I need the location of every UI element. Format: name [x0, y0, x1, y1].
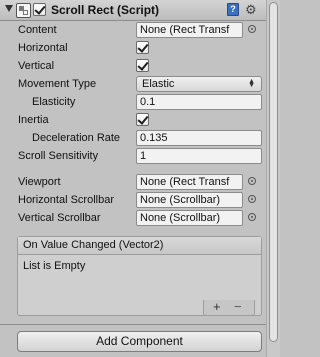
deceleration-rate-label: Deceleration Rate — [32, 132, 121, 144]
add-listener-button[interactable]: + — [213, 300, 221, 314]
component-title: Scroll Rect (Script) — [51, 3, 160, 17]
horizontal-scrollbar-row: Horizontal Scrollbar None (Scrollbar) — [0, 192, 266, 209]
object-picker-icon[interactable] — [248, 177, 256, 185]
elasticity-row: Elasticity 0.1 — [0, 94, 266, 111]
horizontal-checkbox[interactable] — [136, 41, 149, 54]
viewport-label: Viewport — [18, 176, 61, 188]
movement-type-label: Movement Type — [18, 78, 97, 90]
on-value-changed-event: On Value Changed (Vector2) List is Empty… — [17, 236, 262, 316]
vertical-scrollbar-row: Vertical Scrollbar None (Scrollbar) — [0, 210, 266, 227]
scroll-rect-component-icon — [16, 3, 31, 18]
remove-listener-button[interactable]: − — [234, 300, 242, 314]
vertical-label: Vertical — [18, 60, 55, 72]
inertia-checkbox[interactable] — [136, 113, 149, 126]
vertical-row: Vertical — [0, 58, 266, 75]
movement-type-dropdown[interactable]: Elastic ▲ ▼ — [136, 76, 262, 92]
inertia-label: Inertia — [18, 114, 49, 126]
event-empty-text: List is Empty — [23, 260, 86, 272]
viewport-object-field[interactable]: None (Rect Transf — [136, 174, 243, 190]
event-title: On Value Changed (Vector2) — [23, 239, 164, 251]
add-component-button[interactable]: Add Component — [17, 331, 262, 352]
object-picker-icon[interactable] — [248, 195, 256, 203]
horizontal-label: Horizontal — [18, 42, 68, 54]
component-enable-checkbox[interactable] — [33, 3, 46, 16]
elasticity-label: Elasticity — [32, 96, 76, 108]
checkmark-icon — [34, 3, 46, 15]
scroll-sensitivity-input[interactable]: 1 — [136, 148, 262, 164]
foldout-arrow-icon[interactable] — [5, 5, 13, 12]
inertia-row: Inertia — [0, 112, 266, 129]
event-footer: + − — [203, 300, 255, 316]
content-label: Content — [18, 24, 57, 36]
vertical-scrollbar-object-field[interactable]: None (Scrollbar) — [136, 210, 243, 226]
content-row: Content None (Rect Transf — [0, 22, 266, 39]
deceleration-rate-input[interactable]: 0.135 — [136, 130, 262, 146]
component-header: Scroll Rect (Script) ? ⚙ — [0, 0, 266, 21]
dropdown-arrows-icon: ▲ ▼ — [248, 78, 255, 89]
horizontal-row: Horizontal — [0, 40, 266, 57]
vertical-checkbox[interactable] — [136, 59, 149, 72]
scroll-sensitivity-label: Scroll Sensitivity — [18, 150, 99, 162]
horizontal-scrollbar-label: Horizontal Scrollbar — [18, 194, 114, 206]
vertical-scrollbar-label: Vertical Scrollbar — [18, 212, 101, 224]
movement-type-value: Elastic — [142, 78, 175, 90]
deceleration-rate-row: Deceleration Rate 0.135 — [0, 130, 266, 147]
object-picker-icon[interactable] — [248, 25, 256, 33]
help-book-icon[interactable]: ? — [227, 3, 239, 16]
content-object-field[interactable]: None (Rect Transf — [136, 22, 243, 38]
object-picker-icon[interactable] — [248, 213, 256, 221]
horizontal-scrollbar-object-field[interactable]: None (Scrollbar) — [136, 192, 243, 208]
checkmark-icon — [137, 113, 149, 125]
checkmark-icon — [137, 59, 149, 71]
scrollbar-thumb[interactable] — [269, 2, 278, 342]
gear-icon[interactable]: ⚙ — [245, 2, 257, 17]
checkmark-icon — [137, 41, 149, 53]
divider — [0, 324, 266, 325]
elasticity-input[interactable]: 0.1 — [136, 94, 262, 110]
event-header: On Value Changed (Vector2) — [18, 237, 261, 255]
movement-type-row: Movement Type Elastic ▲ ▼ — [0, 76, 266, 93]
viewport-row: Viewport None (Rect Transf — [0, 174, 266, 191]
inspector-scrollbar[interactable] — [266, 0, 280, 357]
scroll-sensitivity-row: Scroll Sensitivity 1 — [0, 148, 266, 165]
